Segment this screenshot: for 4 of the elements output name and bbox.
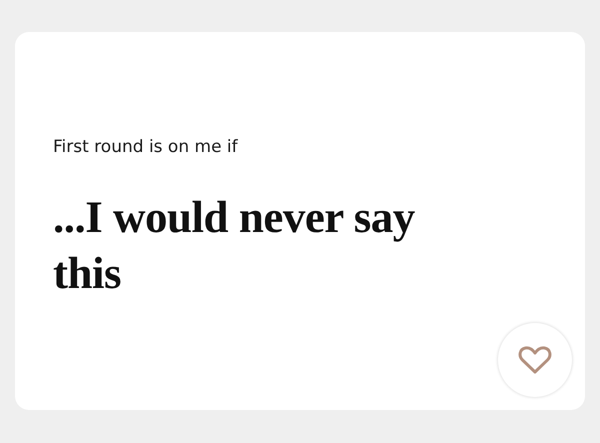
like-button[interactable] xyxy=(498,323,572,397)
prompt-question: First round is on me if xyxy=(53,136,239,159)
prompt-answer: ...I would never say this xyxy=(53,191,416,300)
heart-icon xyxy=(518,345,552,375)
